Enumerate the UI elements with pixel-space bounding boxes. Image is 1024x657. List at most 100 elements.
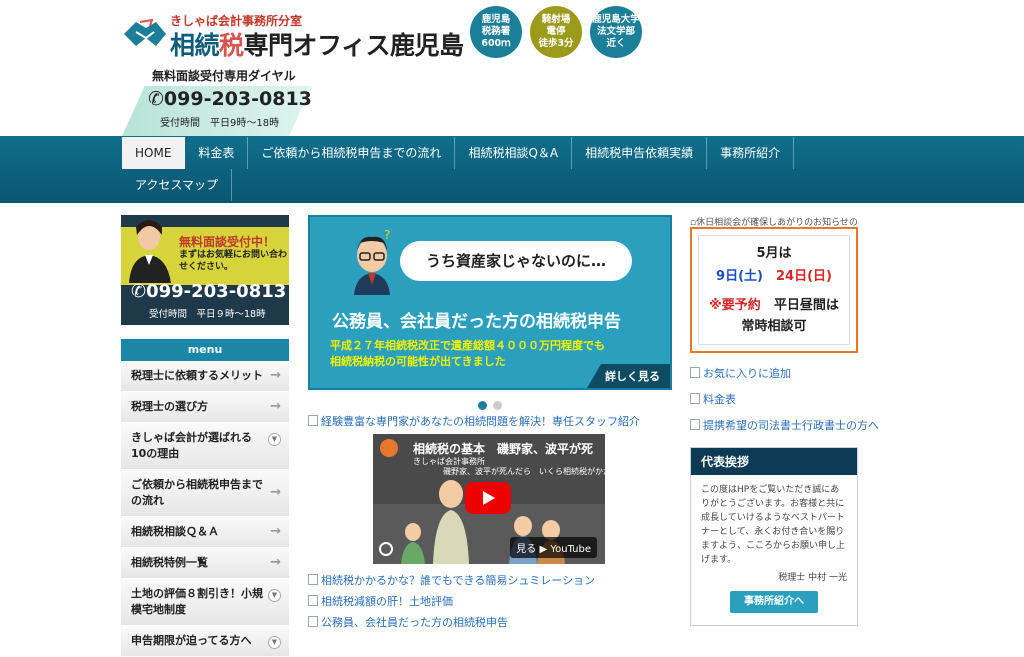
holiday-consult-alt: 休日相談会が確保しあがりのお知らせの — [696, 218, 858, 226]
hero-subtitle: 平成２７年相続税改正で遺産総額４０００万円程度でも 相続税納税の可能性が出てきま… — [330, 338, 605, 370]
menu-item-choose[interactable]: 税理士の選び方 → — [121, 392, 289, 423]
youtube-embed[interactable]: 相続税の基本 磯野家、波平が死 きしゃば会計事務所 磯野家、波平が死んだら いく… — [373, 434, 605, 564]
chevron-down-icon: ▼ — [268, 636, 281, 649]
nav-row-1: HOME 料金表 ご依頼から相続税申告までの流れ 相続税相談Q＆A 相続税申告依… — [122, 137, 795, 169]
nav-access[interactable]: アクセスマップ — [122, 169, 233, 201]
main-content: ? うち資産家じゃないのに… 公務員、会社員だった方の相続税申告 平成２７年相続… — [308, 215, 672, 629]
greeting-body: この度はHPをご覧いただき誠にありがとうございます。お客様と共に成長していけるよ… — [691, 475, 857, 625]
staff-intro-link[interactable]: 経験豊富な専門家があなたの相続問題を解決！専任スタッフ紹介 — [308, 413, 672, 428]
menu-item-label: 税理士に依頼するメリット — [131, 369, 263, 382]
arrow-right-icon: → — [270, 368, 281, 383]
right-sidebar: ▫休日相談会が確保しあがりのお知らせの 5月は 9日(土) 24日(日) ※要予… — [690, 215, 879, 626]
nav-flow[interactable]: ご依頼から相続税申告までの流れ — [248, 137, 456, 169]
menu-item-label: ご依頼から相続税申告までの流れ — [131, 478, 263, 507]
menu-heading: menu — [121, 339, 289, 361]
holiday-consult-notice: 5月は 9日(土) 24日(日) ※要予約 平日昼間は 常時相談可 — [690, 227, 858, 353]
promo-text: まずはお気軽にお問い合わせください。 — [179, 250, 288, 272]
arrow-right-icon: → — [270, 555, 281, 570]
free-consult-banner[interactable]: 無料面談受付中！ まずはお気軽にお問い合わせください。 ✆099-203-081… — [121, 215, 289, 325]
badge-line: 税務署 — [481, 26, 511, 37]
worried-man-illustration: ? — [354, 229, 390, 295]
site-header: きしゃば会計事務所分室 相続税専門オフィス鹿児島 鹿児島 税務署 600ｍ 騎射… — [0, 0, 1024, 136]
badge-line: 徒歩3分 — [538, 38, 574, 49]
promo-phone: ✆099-203-0813 — [131, 281, 286, 302]
dial-label: 無料面談受付専用ダイヤル — [152, 69, 296, 83]
hero-more-button[interactable]: 詳しく見る — [587, 364, 670, 388]
badge-line: 騎射場 — [541, 14, 571, 25]
chevron-down-icon: ▼ — [268, 589, 281, 602]
promo-title: 無料面談受付中！ — [179, 235, 276, 249]
site-logo[interactable]: きしゃば会計事務所分室 相続税専門オフィス鹿児島 — [122, 10, 464, 60]
badge-line: 法文学部 — [596, 26, 635, 37]
logo-title-d: オフィス鹿児島 — [292, 31, 465, 60]
handshake-icon — [124, 18, 166, 46]
simulation-link[interactable]: 相続税かかるかな？誰でもできる簡易シュミレーション — [308, 572, 672, 587]
fees-link[interactable]: 料金表 — [690, 391, 858, 407]
play-button[interactable] — [465, 482, 511, 514]
badge-tram-stop: 騎射場 電停 徒歩3分 — [530, 6, 582, 58]
logo-title-c: 専門 — [243, 31, 294, 60]
greeting-text: この度はHPをご覧いただき誠にありがとうございます。お客様と共に成長していけるよ… — [701, 485, 846, 565]
video-title: 相続税の基本 磯野家、波平が死 — [413, 442, 594, 456]
badge-line: 鹿児島大学 — [592, 14, 640, 25]
holiday-consult-image: ▫休日相談会が確保しあがりのお知らせの — [690, 215, 858, 226]
menu-item-deadline[interactable]: 申告期限が迫ってる方へ ▼ — [121, 626, 289, 657]
menu-item-land[interactable]: 土地の評価８割引き！小規模宅地制度 ▼ — [121, 579, 289, 626]
header-phone[interactable]: ✆099-203-0813 — [148, 88, 312, 110]
civil-servant-link[interactable]: 公務員、会社員だった方の相続税申告 — [308, 614, 672, 629]
svg-text:?: ? — [384, 229, 390, 242]
notice-day-2: 24日(日) — [775, 269, 832, 284]
watch-on-youtube-button[interactable]: 見る ▶ YouTube — [510, 537, 597, 558]
menu-item-label: 相続税相談Ｑ＆Ａ — [131, 525, 219, 538]
hero-speech-bubble: うち資産家じゃないのに… — [400, 241, 632, 281]
notice-days: 9日(土) 24日(日) — [699, 265, 849, 284]
notice-reserve: ※要予約 — [709, 298, 761, 313]
slider-dot-2[interactable] — [493, 401, 502, 410]
main-nav: HOME 料金表 ご依頼から相続税申告までの流れ 相続税相談Q＆A 相続税申告依… — [0, 136, 1024, 203]
office-intro-button[interactable]: 事務所紹介へ — [730, 591, 818, 613]
nav-office[interactable]: 事務所紹介 — [707, 137, 795, 169]
hero-slider[interactable]: ? うち資産家じゃないのに… 公務員、会社員だった方の相続税申告 平成２７年相続… — [308, 215, 672, 390]
badge-line: 近く — [606, 38, 626, 49]
menu-item-reasons[interactable]: きしゃば会計が選ばれる10の理由 ▼ — [121, 423, 289, 470]
phone-icon: ✆ — [148, 88, 164, 110]
notice-day-1: 9日(土) — [716, 269, 763, 284]
nav-fees[interactable]: 料金表 — [185, 137, 249, 169]
bookmark-link[interactable]: お気に入りに追加 — [690, 365, 858, 381]
nav-row-2: アクセスマップ — [122, 169, 233, 201]
notice-reserve-line: ※要予約 平日昼間は — [699, 294, 849, 313]
menu-item-flow[interactable]: ご依頼から相続税申告までの流れ → — [121, 470, 289, 517]
logo-title-a: 相続 — [170, 31, 220, 60]
sidebar-menu: 税理士に依頼するメリット → 税理士の選び方 → きしゃば会計が選ばれる10の理由 ▼… — [121, 361, 289, 657]
menu-item-merit[interactable]: 税理士に依頼するメリット → — [121, 361, 289, 392]
nav-home[interactable]: HOME — [122, 137, 186, 169]
land-valuation-link[interactable]: 相続税減額の肝！土地評価 — [308, 593, 672, 608]
notice-weekday: 平日昼間は — [773, 298, 839, 313]
menu-item-label: 相続税特例一覧 — [131, 556, 208, 569]
arrow-right-icon: → — [270, 485, 281, 500]
notice-month: 5月は — [756, 246, 792, 261]
hero-title: 公務員、会社員だった方の相続税申告 — [332, 312, 621, 332]
header-hours: 受付時間 平日9時～18時 — [160, 118, 280, 129]
receptionist-image — [129, 220, 171, 283]
partner-scrivener-link[interactable]: 提携希望の司法書士行政書士の方へ — [690, 417, 879, 433]
logo-title: 相続税専門オフィス鹿児島 — [170, 26, 464, 62]
menu-item-label: 土地の評価８割引き！小規模宅地制度 — [131, 587, 263, 616]
arrow-right-icon: → — [270, 524, 281, 539]
slider-dots — [308, 395, 672, 410]
menu-item-qa[interactable]: 相続税相談Ｑ＆Ａ → — [121, 517, 289, 548]
video-subtitle: 磯野家、波平が死んだら いくら相続税がかかるか？ — [443, 467, 605, 476]
notice-inner: 5月は 9日(土) 24日(日) ※要予約 平日昼間は 常時相談可 — [698, 235, 850, 345]
slider-dot-1[interactable] — [478, 401, 487, 410]
menu-item-special[interactable]: 相続税特例一覧 → — [121, 548, 289, 579]
nav-results[interactable]: 相続税申告依頼実績 — [572, 137, 708, 169]
chevron-down-icon: ▼ — [268, 433, 281, 446]
badge-tax-office: 鹿児島 税務署 600ｍ — [470, 6, 522, 58]
representative-greeting: 代表挨拶 この度はHPをご覧いただき誠にありがとうございます。お客様と共に成長し… — [690, 447, 858, 626]
nav-qa[interactable]: 相続税相談Q＆A — [455, 137, 573, 169]
watch-later-icon[interactable] — [379, 542, 393, 556]
menu-item-label: 税理士の選び方 — [131, 400, 208, 413]
notice-always: 常時相談可 — [741, 319, 807, 334]
hero-subtitle-line: 平成２７年相続税改正で遺産総額４０００万円程度でも — [330, 339, 605, 352]
arrow-right-icon: → — [270, 399, 281, 414]
